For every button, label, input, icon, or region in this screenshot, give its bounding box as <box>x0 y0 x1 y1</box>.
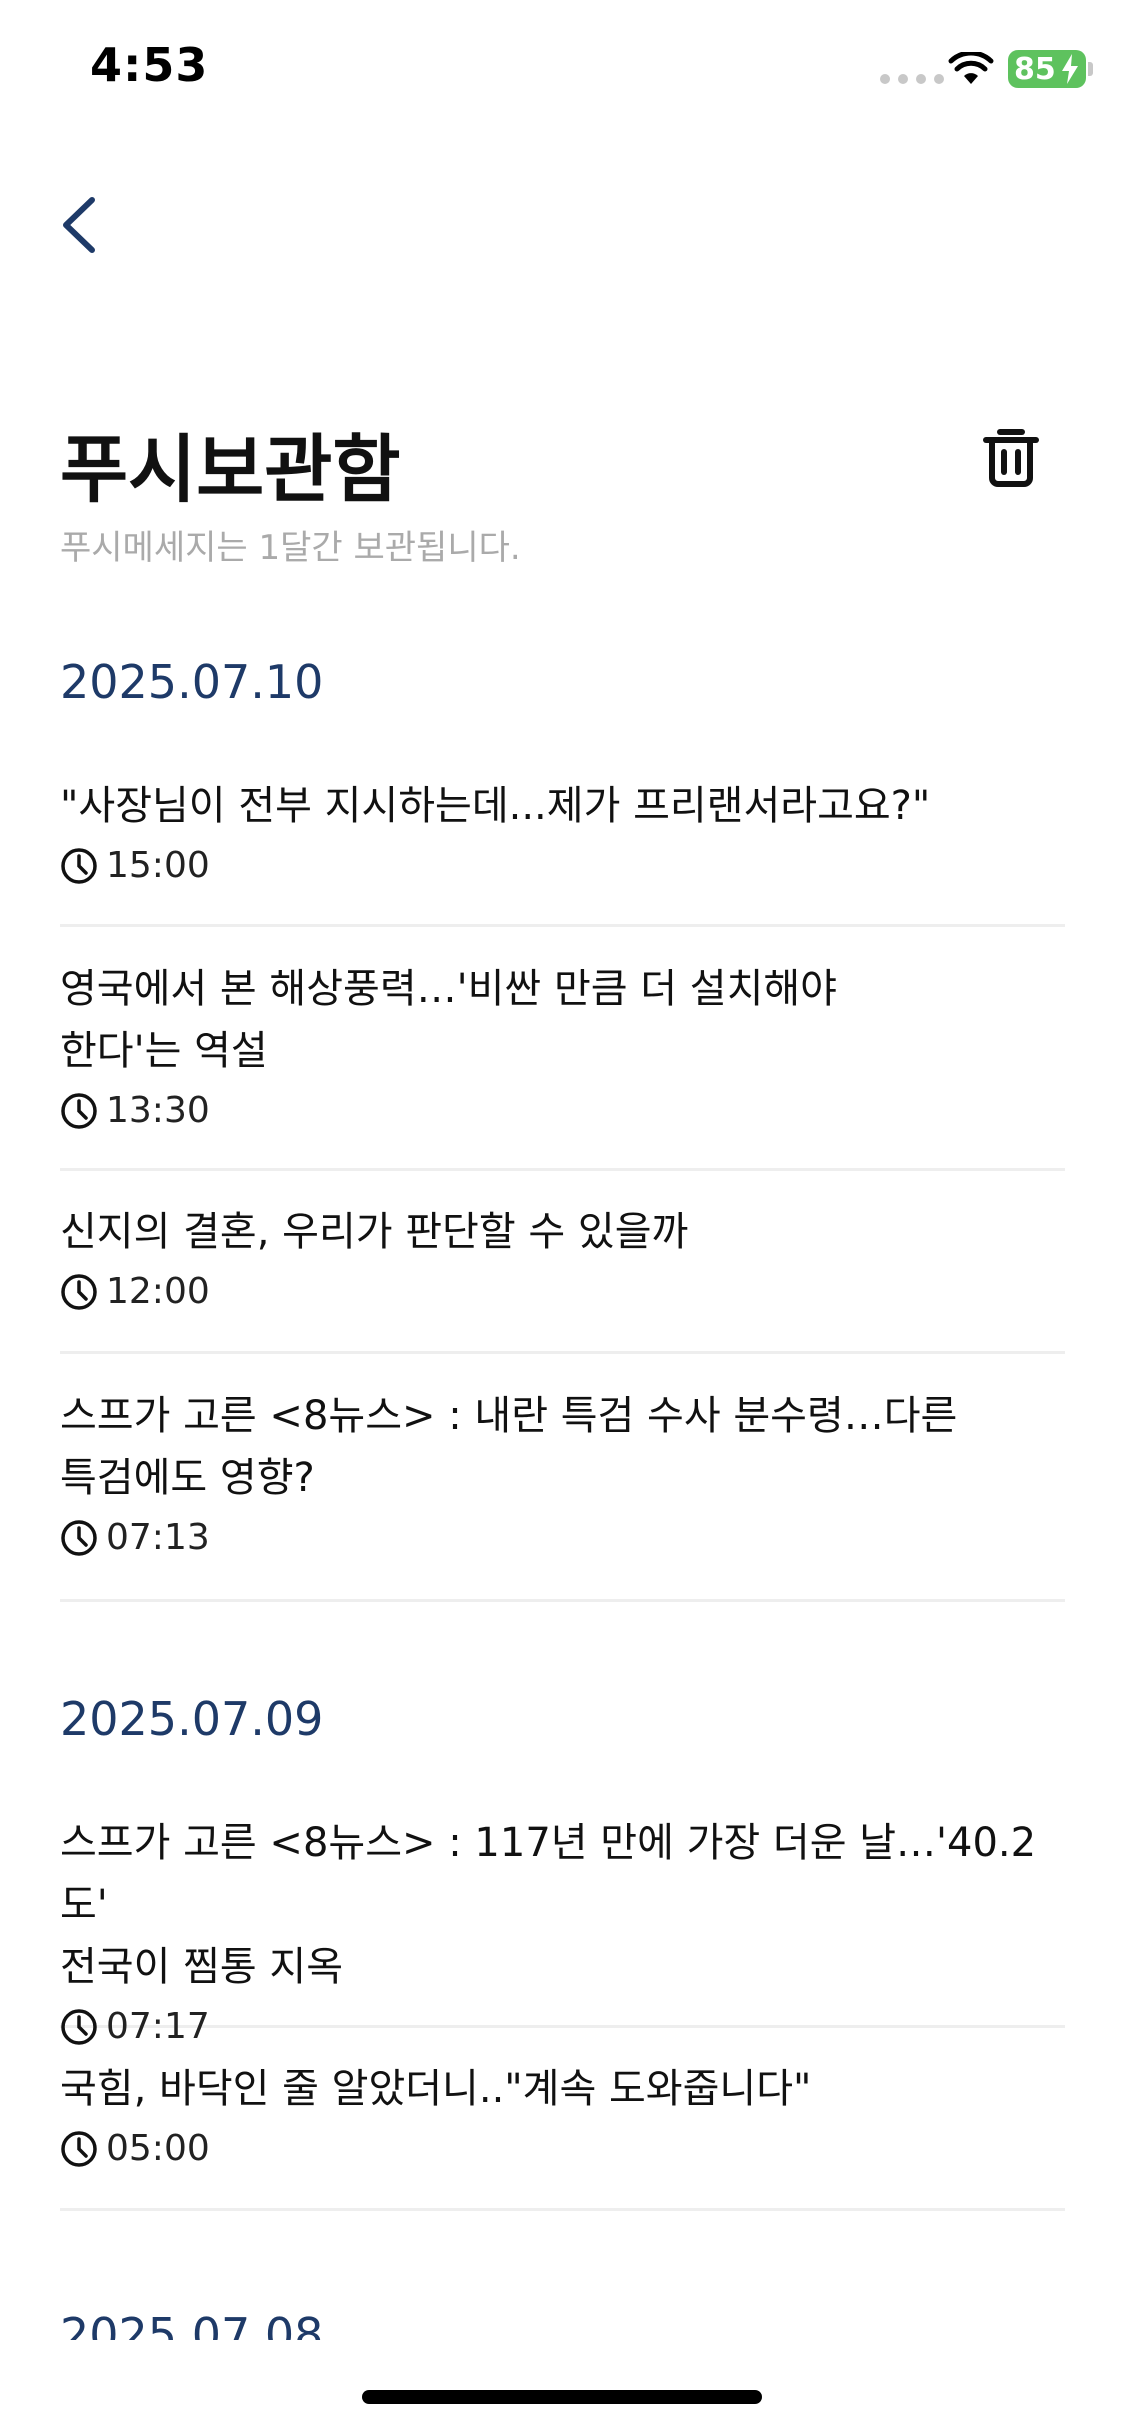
trash-icon <box>983 429 1039 487</box>
push-item-title: "사장님이 전부 지시하는데...제가 프리랜서라고요?" <box>60 783 931 829</box>
status-bar: 4:53 85 <box>0 0 1125 140</box>
push-item-title-line: 스프가 고른 <8뉴스> : 내란 특검 수사 분수령…다른 <box>60 1393 958 1439</box>
push-item-title-line: 스프가 고른 <8뉴스> : 117년 만에 가장 더운 날…'40.2도' <box>60 1820 1037 1928</box>
push-item-time: 05:00 <box>106 2128 210 2169</box>
push-item[interactable]: "사장님이 전부 지시하는데...제가 프리랜서라고요?" 15:00 <box>60 775 1065 927</box>
clock-icon <box>61 1519 97 1556</box>
push-item[interactable]: 영국에서 본 해상풍력…'비싼 만큼 더 설치해야 한다'는 역설 13:30 <box>60 958 1065 1171</box>
date-header: 2025.07.10 <box>60 655 324 709</box>
push-item-title: 영국에서 본 해상풍력…'비싼 만큼 더 설치해야 한다'는 역설 <box>60 958 1065 1082</box>
push-item-time: 13:30 <box>106 1090 210 1131</box>
clock-icon <box>61 1092 97 1129</box>
page-title: 푸시보관함 <box>60 427 401 513</box>
push-item-title-line: 특검에도 영향? <box>60 1455 315 1501</box>
date-header: 2025.07.08 <box>60 2300 323 2340</box>
status-time: 4:53 <box>90 38 209 92</box>
push-item[interactable]: 스프가 고른 <8뉴스> : 117년 만에 가장 더운 날…'40.2도' 전… <box>60 1812 1065 2047</box>
delete-all-button[interactable] <box>976 420 1046 490</box>
charging-bolt-icon <box>1062 54 1078 84</box>
push-item[interactable]: 스프가 고른 <8뉴스> : 내란 특검 수사 분수령…다른 특검에도 영향? … <box>60 1385 1065 1602</box>
chevron-left-icon <box>63 197 95 253</box>
push-item-time: 15:00 <box>106 845 210 886</box>
date-header: 2025.07.09 <box>60 1692 324 1746</box>
push-item-title-line: 한다'는 역설 <box>60 1028 268 1074</box>
date-header-text: 2025.07.08 <box>60 2308 324 2340</box>
retention-notice: 푸시메세지는 1달간 보관됩니다. <box>60 528 521 568</box>
wifi-icon <box>948 52 994 84</box>
battery-level: 85 <box>1014 51 1056 87</box>
cellular-signal-icon <box>880 74 944 84</box>
clock-icon <box>61 1273 97 1310</box>
push-item-title-line: 전국이 찜통 지옥 <box>60 1944 344 1990</box>
clock-icon <box>61 2008 97 2045</box>
push-item-title: 국힘, 바닥인 줄 알았더니.."계속 도와줍니다" <box>60 2066 812 2112</box>
battery-icon: 85 <box>1008 50 1086 88</box>
push-item-title: 스프가 고른 <8뉴스> : 117년 만에 가장 더운 날…'40.2도' 전… <box>60 1812 1065 1998</box>
push-item-time: 12:00 <box>106 1271 210 1312</box>
back-button[interactable] <box>52 190 112 260</box>
clock-icon <box>61 2130 97 2167</box>
push-item-title: 신지의 결혼, 우리가 판단할 수 있을까 <box>60 1209 689 1255</box>
clock-icon <box>61 847 97 884</box>
push-item-time: 07:17 <box>106 2006 210 2047</box>
push-item[interactable]: 신지의 결혼, 우리가 판단할 수 있을까 12:00 <box>60 1201 1065 1354</box>
push-item-title-line: 영국에서 본 해상풍력…'비싼 만큼 더 설치해야 <box>60 966 837 1012</box>
home-indicator[interactable] <box>362 2390 762 2404</box>
battery-nub <box>1088 62 1093 76</box>
push-item-time: 07:13 <box>106 1517 210 1558</box>
push-item[interactable]: 국힘, 바닥인 줄 알았더니.."계속 도와줍니다" 05:00 <box>60 2058 1065 2211</box>
push-item-title: 스프가 고른 <8뉴스> : 내란 특검 수사 분수령…다른 특검에도 영향? <box>60 1385 1065 1509</box>
